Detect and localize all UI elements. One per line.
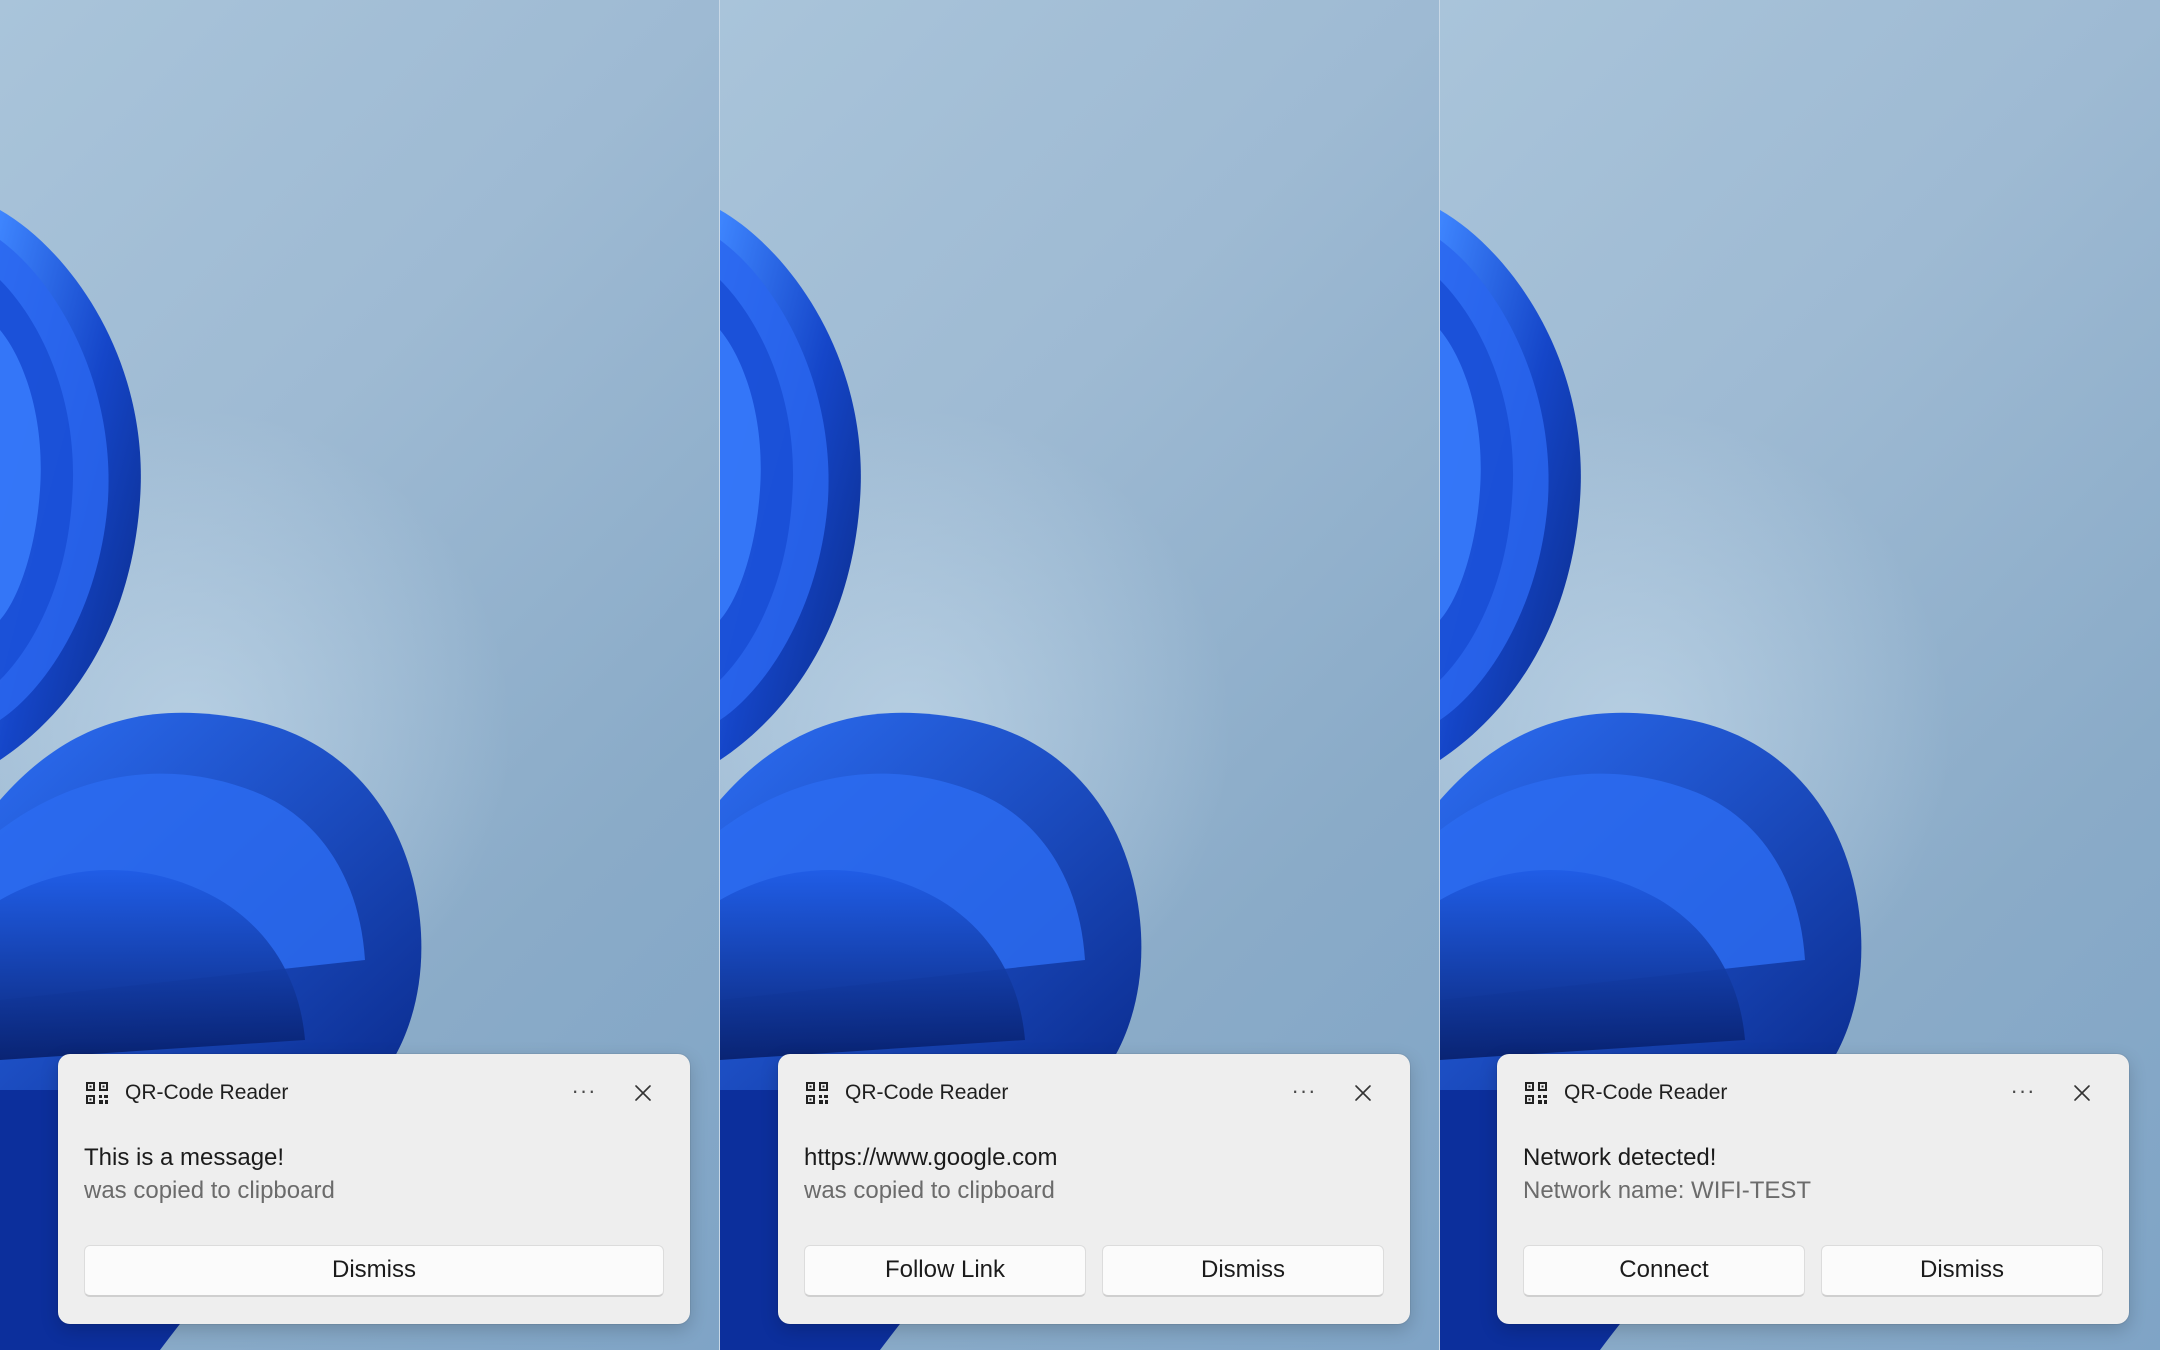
notification-subtitle: was copied to clipboard	[804, 1177, 1055, 1204]
more-options-icon: ···	[2010, 1078, 2036, 1103]
screenshot-collage: QR-Code Reader ··· This is a message! wa…	[0, 0, 2160, 1350]
close-button[interactable]	[2063, 1074, 2101, 1112]
toast-header: QR-Code Reader ···	[58, 1054, 690, 1128]
app-name: QR-Code Reader	[125, 1081, 289, 1104]
notification-title: This is a message!	[84, 1144, 285, 1171]
toast-header: QR-Code Reader ···	[1497, 1054, 2129, 1128]
qr-code-icon	[806, 1082, 828, 1104]
qr-code-icon	[86, 1082, 108, 1104]
toast-header: QR-Code Reader ···	[778, 1054, 1410, 1128]
connect-button[interactable]: Connect	[1523, 1245, 1805, 1297]
toast-notification-3: QR-Code Reader ··· Network detected! Net…	[1497, 1054, 2129, 1324]
dismiss-button[interactable]: Dismiss	[84, 1245, 664, 1297]
close-icon	[1355, 1085, 1371, 1101]
close-button[interactable]	[1344, 1074, 1382, 1112]
dismiss-button[interactable]: Dismiss	[1821, 1245, 2103, 1297]
follow-link-button[interactable]: Follow Link	[804, 1245, 1086, 1297]
notification-subtitle: was copied to clipboard	[84, 1177, 335, 1204]
more-options-button[interactable]: ···	[562, 1074, 606, 1112]
notification-title: Network detected!	[1523, 1144, 1717, 1171]
notification-title: https://www.google.com	[804, 1144, 1058, 1171]
more-options-button[interactable]: ···	[2001, 1074, 2045, 1112]
qr-code-icon	[1525, 1082, 1547, 1104]
toast-notification-2: QR-Code Reader ··· https://www.google.co…	[778, 1054, 1410, 1324]
close-icon	[635, 1085, 651, 1101]
toast-notification-1: QR-Code Reader ··· This is a message! wa…	[58, 1054, 690, 1324]
notification-subtitle: Network name: WIFI-TEST	[1523, 1177, 1812, 1204]
close-button[interactable]	[624, 1074, 662, 1112]
more-options-icon: ···	[571, 1078, 597, 1103]
app-name: QR-Code Reader	[1564, 1081, 1728, 1104]
app-name: QR-Code Reader	[845, 1081, 1009, 1104]
more-options-icon: ···	[1291, 1078, 1317, 1103]
dismiss-button[interactable]: Dismiss	[1102, 1245, 1384, 1297]
close-icon	[2074, 1085, 2090, 1101]
more-options-button[interactable]: ···	[1282, 1074, 1326, 1112]
